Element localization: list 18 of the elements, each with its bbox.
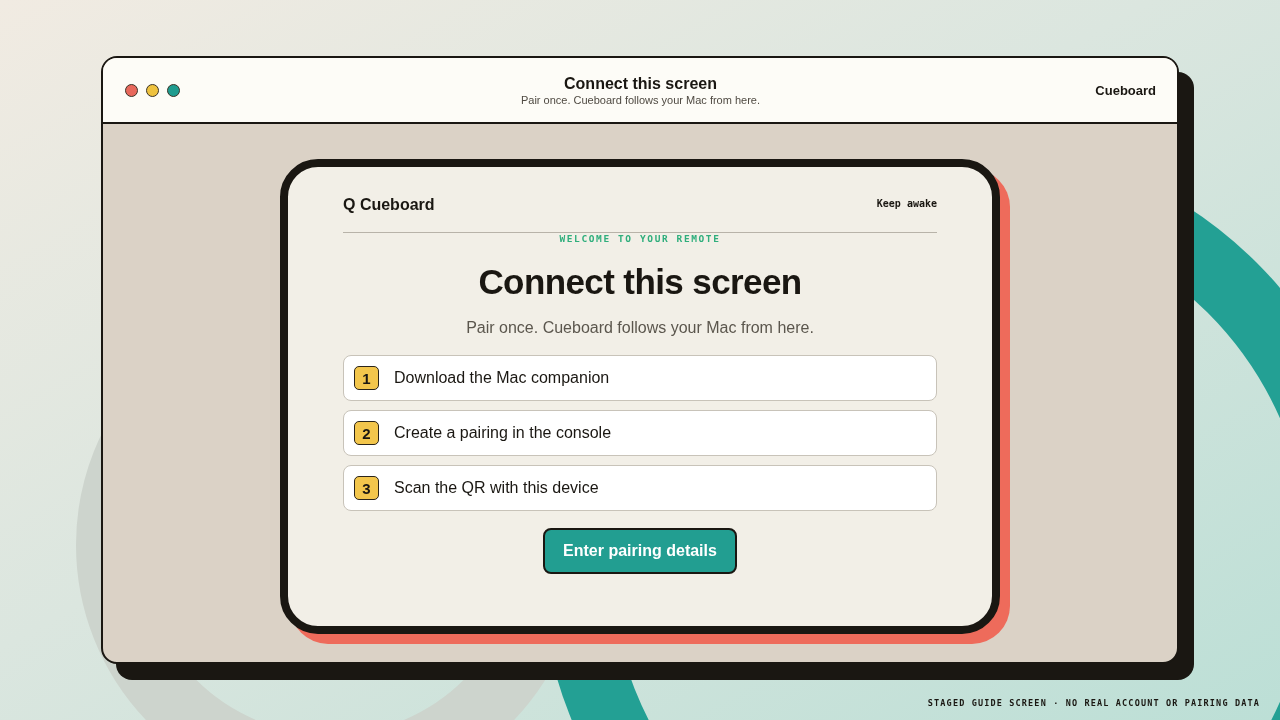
step-label: Create a pairing in the console bbox=[394, 424, 612, 442]
step-number: 1 bbox=[354, 366, 379, 390]
eyebrow-text: WELCOME TO YOUR REMOTE bbox=[559, 233, 721, 245]
step-number: 3 bbox=[354, 476, 379, 500]
footer-note: STAGED GUIDE SCREEN · NO REAL ACCOUNT OR PAIRING DATA bbox=[927, 698, 1260, 709]
step-label: Scan the QR with this device bbox=[394, 479, 599, 497]
step-number: 2 bbox=[354, 421, 379, 445]
app-name: Cueboard bbox=[1095, 82, 1156, 98]
window-control-button[interactable] bbox=[146, 83, 159, 97]
keep-awake-button[interactable]: Keep awake bbox=[876, 197, 937, 209]
brand-name: Q Cueboard bbox=[343, 196, 435, 214]
window-title: Connect this screen bbox=[564, 74, 717, 93]
step-label: Download the Mac companion bbox=[394, 369, 610, 387]
window-control-button[interactable] bbox=[167, 83, 180, 97]
window-subtitle: Pair once. Cueboard follows your Mac from here. bbox=[520, 93, 761, 107]
window-control-button[interactable] bbox=[125, 83, 138, 97]
card-heading: Connect this screen bbox=[478, 261, 802, 303]
card-subheading: Pair once. Cueboard follows your Mac from here. bbox=[466, 318, 814, 338]
